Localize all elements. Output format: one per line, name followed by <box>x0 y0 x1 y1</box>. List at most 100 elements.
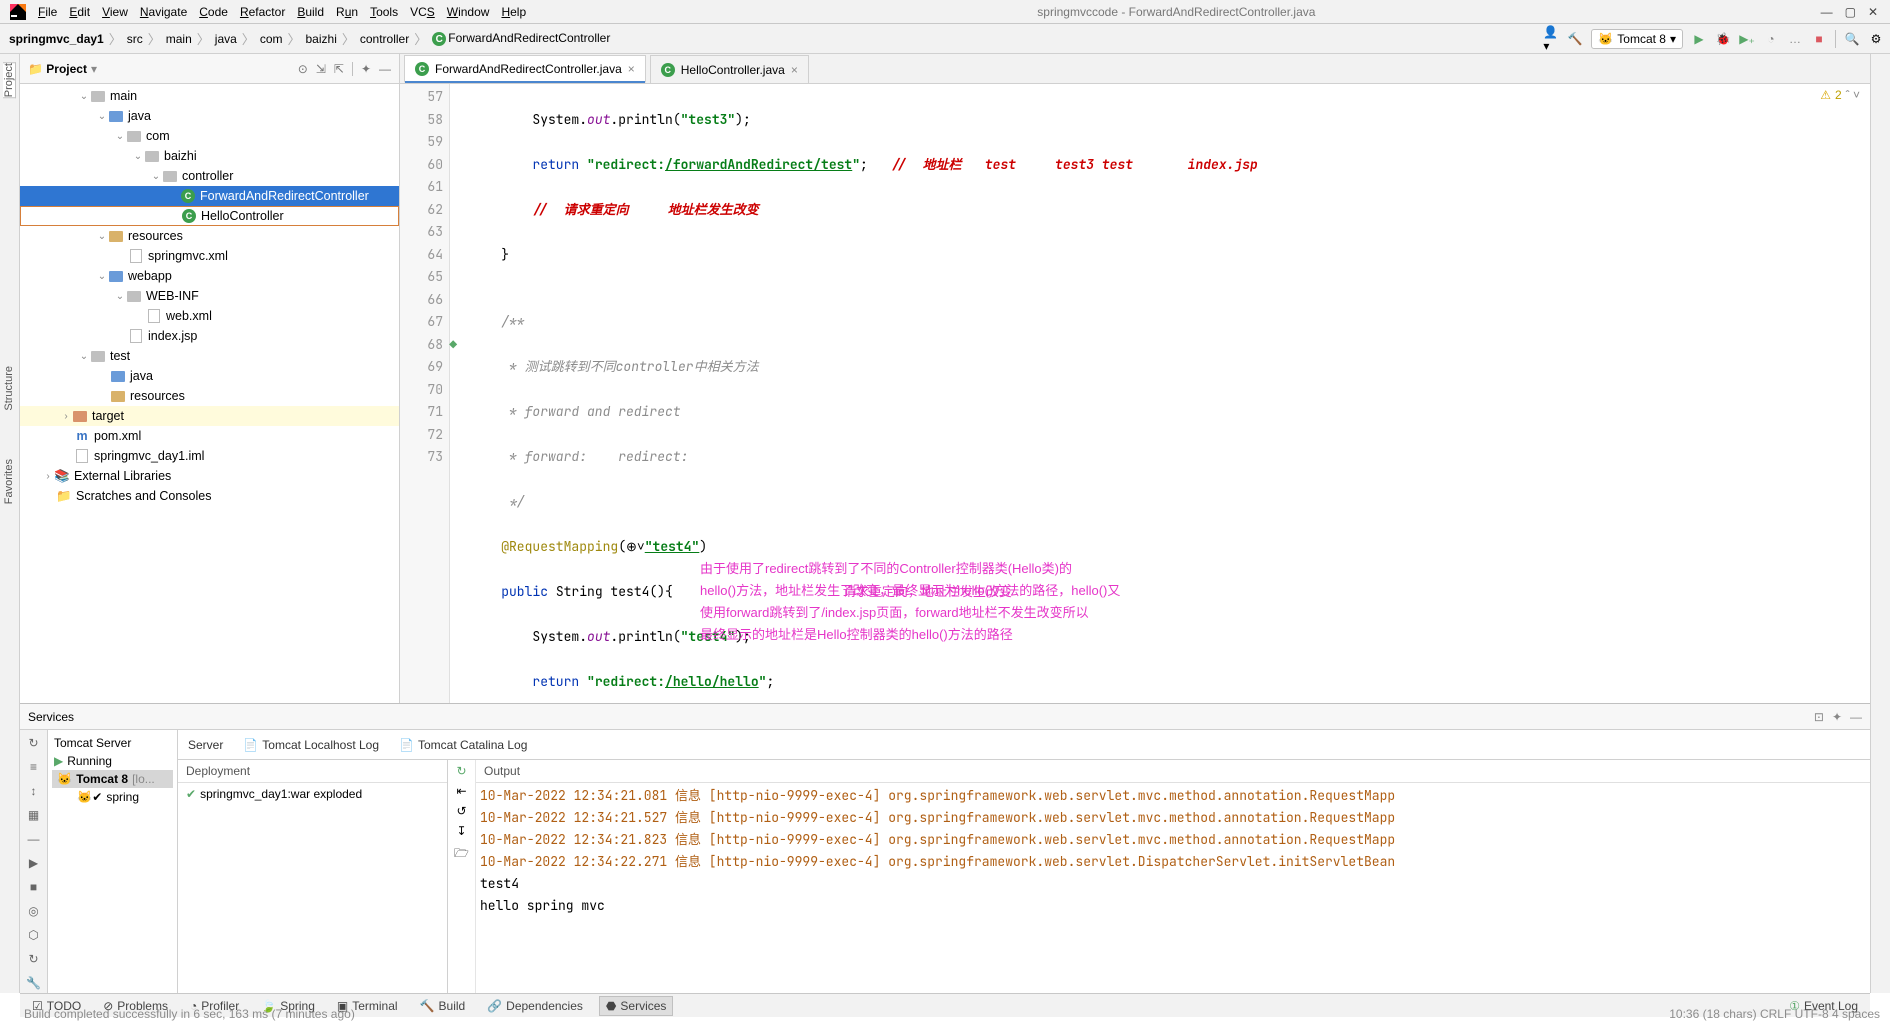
out-i4[interactable]: 🗁 <box>454 844 469 865</box>
nav-toolbar: springmvc_day1〉 src〉 main〉 java〉 com〉 ba… <box>0 24 1890 54</box>
editor-tab-forward[interactable]: CForwardAndRedirectController.java× <box>404 55 646 83</box>
services-gear-icon[interactable]: ✦ <box>1832 710 1842 724</box>
crumb-2[interactable]: main <box>163 32 195 46</box>
code-content[interactable]: System.out.println("test3"); return "red… <box>450 84 1870 703</box>
tab-server[interactable]: Server <box>184 736 227 754</box>
rerun-icon[interactable]: ↻ <box>25 734 43 752</box>
console-output[interactable]: 10-Mar-2022 12:34:21.081 信息 [http-nio-99… <box>476 783 1870 993</box>
menu-help[interactable]: Help <box>495 3 532 21</box>
run-config-dropdown[interactable]: 🐱 Tomcat 8 ▾ <box>1591 29 1683 49</box>
out-i2[interactable]: ↺ <box>456 804 466 818</box>
build-icon[interactable]: 🔨 <box>1567 31 1583 47</box>
menu-refactor[interactable]: Refactor <box>234 3 291 21</box>
profiler-button[interactable]: ◔ <box>1763 31 1779 47</box>
close-icon[interactable]: × <box>628 62 635 76</box>
tab-tomlocal[interactable]: 📄Tomcat Localhost Log <box>239 736 383 754</box>
expand-all-icon[interactable]: ⇲ <box>316 62 326 76</box>
menu-vcs[interactable]: VCS <box>404 3 441 21</box>
crumb-0[interactable]: springmvc_day1 <box>6 32 107 46</box>
services-tree[interactable]: Tomcat Server ▶Running 🐱Tomcat 8 [lo... … <box>48 730 178 993</box>
project-tree[interactable]: ⌄main ⌄java ⌄com ⌄baizhi ⌄controller CFo… <box>20 84 399 703</box>
services-title: Services <box>28 710 74 724</box>
project-panel: 📁 Project ▾ ⊙ ⇲ ⇱ ✦ — ⌄main ⌄java ⌄com ⌄… <box>20 54 400 703</box>
select-file-icon[interactable]: ⊙ <box>298 62 308 76</box>
tab-catalina[interactable]: 📄Tomcat Catalina Log <box>395 736 531 754</box>
maximize-button[interactable]: ▢ <box>1845 5 1856 19</box>
crumb-1[interactable]: src <box>124 32 146 46</box>
crumb-4[interactable]: com <box>257 32 286 46</box>
more1-icon[interactable]: ◎ <box>25 902 43 920</box>
minimize-button[interactable]: — <box>1821 5 1833 19</box>
crumb-class[interactable]: CForwardAndRedirectController <box>429 31 613 47</box>
more4-icon[interactable]: 🔧 <box>25 974 43 992</box>
settings-icon[interactable]: ✦ <box>361 62 371 76</box>
output-column: ↻ ⇤ ↺ ↧ 🗁 Output 10-Mar-2022 12:34:21.08… <box>448 760 1870 993</box>
play-icon[interactable]: ▶ <box>25 854 43 872</box>
tomcat8-node[interactable]: 🐱Tomcat 8 [lo... <box>52 770 173 788</box>
tool-profiler[interactable]: ◔Profiler <box>184 997 245 1015</box>
services-hide-icon[interactable]: — <box>1850 710 1862 724</box>
inspection-summary[interactable]: ⚠2 ˆ ˅ <box>1820 88 1860 102</box>
menu-edit[interactable]: Edit <box>63 3 96 21</box>
search-icon[interactable]: 🔍 <box>1844 31 1860 47</box>
menu-code[interactable]: Code <box>193 3 234 21</box>
bottom-tool-tabs: ☑TODO ⊘Problems ◔Profiler 🍃Spring ▣Termi… <box>20 993 1870 1017</box>
left-tool-strip: Project Structure Favorites <box>0 54 20 993</box>
left-tab-structure[interactable]: Structure <box>3 366 15 411</box>
folder-icon: 📁 <box>28 62 43 76</box>
expand-icon[interactable]: ↕ <box>25 782 43 800</box>
more3-icon[interactable]: ↻ <box>25 950 43 968</box>
stop-icon[interactable]: ■ <box>25 878 43 896</box>
collapse-all-icon[interactable]: ⇱ <box>334 62 344 76</box>
attach-button[interactable]: … <box>1787 31 1803 47</box>
stop-button[interactable]: ■ <box>1811 31 1827 47</box>
out-i1[interactable]: ⇤ <box>456 784 466 798</box>
menu-navigate[interactable]: Navigate <box>134 3 193 21</box>
menu-view[interactable]: View <box>96 3 134 21</box>
menu-run[interactable]: Run <box>330 3 364 21</box>
line-gutter: 575859606162636465666768◆6970717273 <box>400 84 450 703</box>
tool-problems[interactable]: ⊘Problems <box>97 997 174 1015</box>
menu-window[interactable]: Window <box>441 3 496 21</box>
menu-build[interactable]: Build <box>291 3 330 21</box>
user-icon[interactable]: 👤▾ <box>1543 31 1559 47</box>
tool-todo[interactable]: ☑TODO <box>26 997 87 1015</box>
filter-icon[interactable]: ≡ <box>25 758 43 776</box>
out-rerun-icon[interactable]: ↻ <box>456 764 466 778</box>
menu-bar: File Edit View Navigate Code Refactor Bu… <box>0 0 1890 24</box>
tool-dependencies[interactable]: 🔗Dependencies <box>481 997 589 1015</box>
ij-logo-icon <box>10 4 26 20</box>
gear-icon[interactable]: ⚙ <box>1868 31 1884 47</box>
run-button[interactable]: ▶ <box>1691 31 1707 47</box>
editor-tab-hello[interactable]: CHelloController.java× <box>650 55 809 83</box>
menu-tools[interactable]: Tools <box>364 3 404 21</box>
crumb-6[interactable]: controller <box>357 32 412 46</box>
close-icon[interactable]: × <box>791 63 798 77</box>
event-log[interactable]: ①Event Log <box>1783 997 1864 1015</box>
hide-icon[interactable]: — <box>379 62 391 76</box>
group-icon[interactable]: ▦ <box>25 806 43 824</box>
out-i3[interactable]: ↧ <box>456 824 466 838</box>
tool-build[interactable]: 🔨Build <box>414 997 472 1015</box>
more2-icon[interactable]: ⬡ <box>25 926 43 944</box>
breadcrumb: springmvc_day1〉 src〉 main〉 java〉 com〉 ba… <box>6 29 613 48</box>
menu-file[interactable]: File <box>32 3 63 21</box>
editor-area: CForwardAndRedirectController.java× CHel… <box>400 54 1870 703</box>
crumb-3[interactable]: java <box>212 32 240 46</box>
code-editor[interactable]: 575859606162636465666768◆6970717273 Syst… <box>400 84 1870 703</box>
left-tab-project[interactable]: Project <box>3 62 16 98</box>
services-settings-icon[interactable]: ⊡ <box>1814 710 1824 724</box>
tool-spring[interactable]: 🍃Spring <box>255 997 321 1015</box>
deployment-column: Deployment ✔springmvc_day1:war exploded <box>178 760 448 993</box>
left-tab-favorites[interactable]: Favorites <box>3 459 15 504</box>
project-panel-title: Project <box>46 62 87 76</box>
debug-button[interactable]: 🐞 <box>1715 31 1731 47</box>
crumb-5[interactable]: baizhi <box>303 32 340 46</box>
close-button[interactable]: ✕ <box>1868 5 1878 19</box>
deploy-artifact[interactable]: ✔springmvc_day1:war exploded <box>178 783 447 805</box>
add-icon[interactable]: — <box>25 830 43 848</box>
tool-services[interactable]: ⬣Services <box>599 996 674 1016</box>
tool-terminal[interactable]: ▣Terminal <box>331 997 404 1015</box>
coverage-button[interactable]: ▶₊ <box>1739 31 1755 47</box>
tree-forward-controller: CForwardAndRedirectController <box>20 186 399 206</box>
